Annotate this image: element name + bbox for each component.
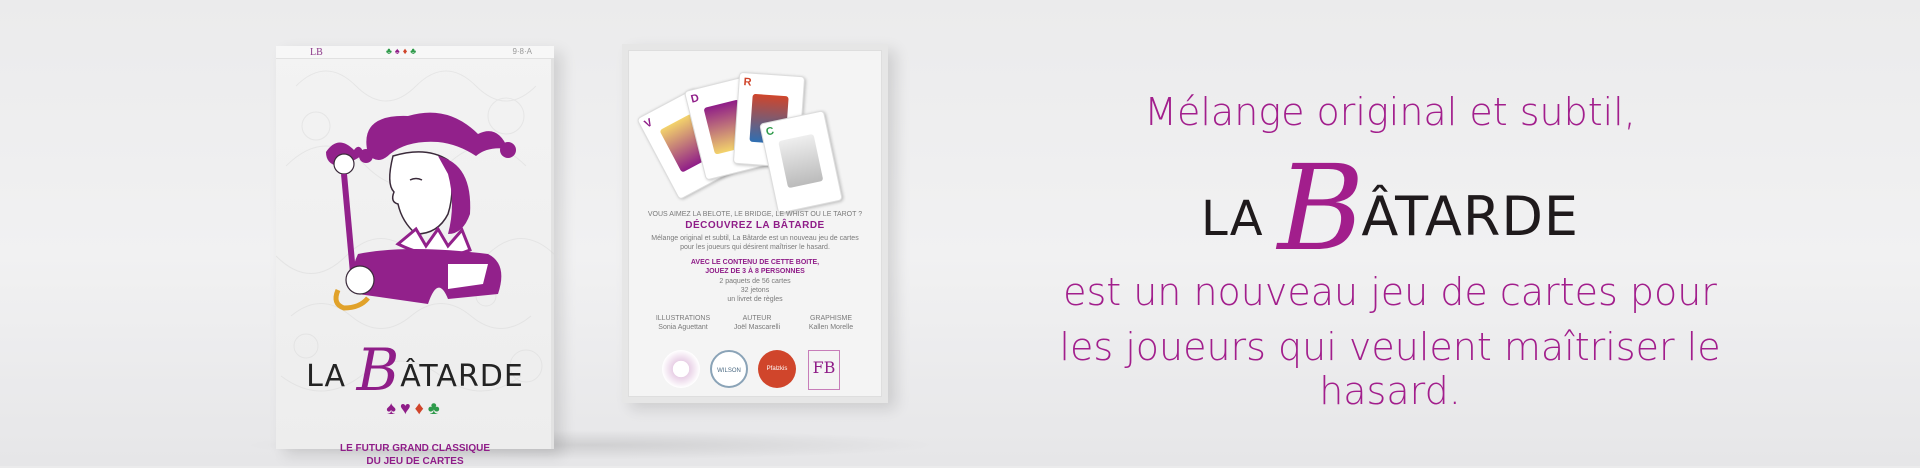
credit-1: ILLUSTRATIONS Sonia Aguettant [648,314,718,332]
diamond-icon: ♦ [414,398,428,418]
headline-line-3: est un nouveau jeu de cartes pour [1063,270,1717,314]
back-desc-1: Mélange original et subtil, La Bâtarde e… [651,235,859,242]
front-title-prefix: LA [306,359,347,394]
card-index: R [743,76,752,89]
credit-1-name: Sonia Aguettant [658,324,708,331]
wilson-logo: WILSON [710,350,748,388]
headline-line-1: Mélange original et subtil, [1144,90,1636,134]
jester-illustration [326,112,516,311]
jester-logo-icon [662,350,700,388]
card-index: C [764,125,776,139]
box-top-edge: LB ♣♠♦♣ 9·8·A [276,46,554,59]
mini-corner-text: 9·8·A [512,47,532,56]
brand-initial: B [1277,139,1366,277]
back-players: JOUEZ DE 3 À 8 PERSONNES [705,268,805,275]
back-desc-2: pour les joueurs qui désirent maîtriser … [680,244,830,251]
brand-rest: ÂTARDE [1361,185,1580,248]
credit-2: AUTEUR Joël Mascarelli [722,314,792,332]
front-title-initial: B [356,336,401,404]
credit-3-name: Kallen Morelle [808,324,854,331]
club-icon: ♣ [427,398,444,418]
card-index: D [689,92,701,106]
credit-2-name: Joël Mascarelli [733,324,781,331]
tagline-line-1: LE FUTUR GRAND CLASSIQUE [340,443,490,454]
back-contents-1: 2 paquets de 56 cartes [719,278,791,285]
back-contents-2: 32 jetons [740,287,770,294]
spade-icon: ♠ [386,398,400,418]
pfalzkis-logo: Pfalzkis [758,350,796,388]
box-back-panel: V D R C VOUS AIMEZ LA BELOTE, LE BRIDGE,… [628,50,882,397]
mini-logo: LB [310,47,323,58]
heart-icon: ♥ [399,398,415,418]
back-contents-3: un livret de règles [727,296,783,303]
tagline-line-2: DU JEU DE CARTES [366,456,464,467]
playing-card: C [759,110,843,214]
front-title-rest: ÂTARDE [400,359,524,394]
credit-3-role: GRAPHISME [809,315,852,322]
back-contents-heading: AVEC LE CONTENU DE CETTE BOITE, [690,259,820,266]
mini-suits: ♣♠♦♣ [386,46,420,56]
credit-3: GRAPHISME Kallen Morelle [796,314,866,332]
credit-2-role: AUTEUR [742,315,772,322]
suit-symbols: ♠♥♦♣ [276,398,554,419]
brand-title: LA BÂTARDE [1000,149,1780,267]
card-face [778,133,824,189]
headline-line-4: les joueurs qui veulent maîtriser le has… [1059,325,1721,413]
credit-1-role: ILLUSTRATIONS [655,315,711,322]
brand-prefix: LA [1200,191,1264,247]
card-index: V [642,116,655,131]
back-intro: VOUS AIMEZ LA BELOTE, LE BRIDGE, LE WHIS… [647,211,863,218]
game-box-back: V D R C VOUS AIMEZ LA BELOTE, LE BRIDGE,… [622,44,888,403]
game-box-front: LB ♣♠♦♣ 9·8·A LA BÂTARDE ♠♥♦♣ LE FUTUR G… [276,46,554,467]
fb-logo: FB [808,350,840,390]
publisher-logos: WILSON Pfalzkis FB [662,350,862,392]
back-cta: DÉCOUVREZ LA BÂTARDE [685,220,825,231]
front-box-title: LA BÂTARDE [276,336,554,404]
front-tagline: LE FUTUR GRAND CLASSIQUE DU JEU DE CARTE… [276,442,554,468]
